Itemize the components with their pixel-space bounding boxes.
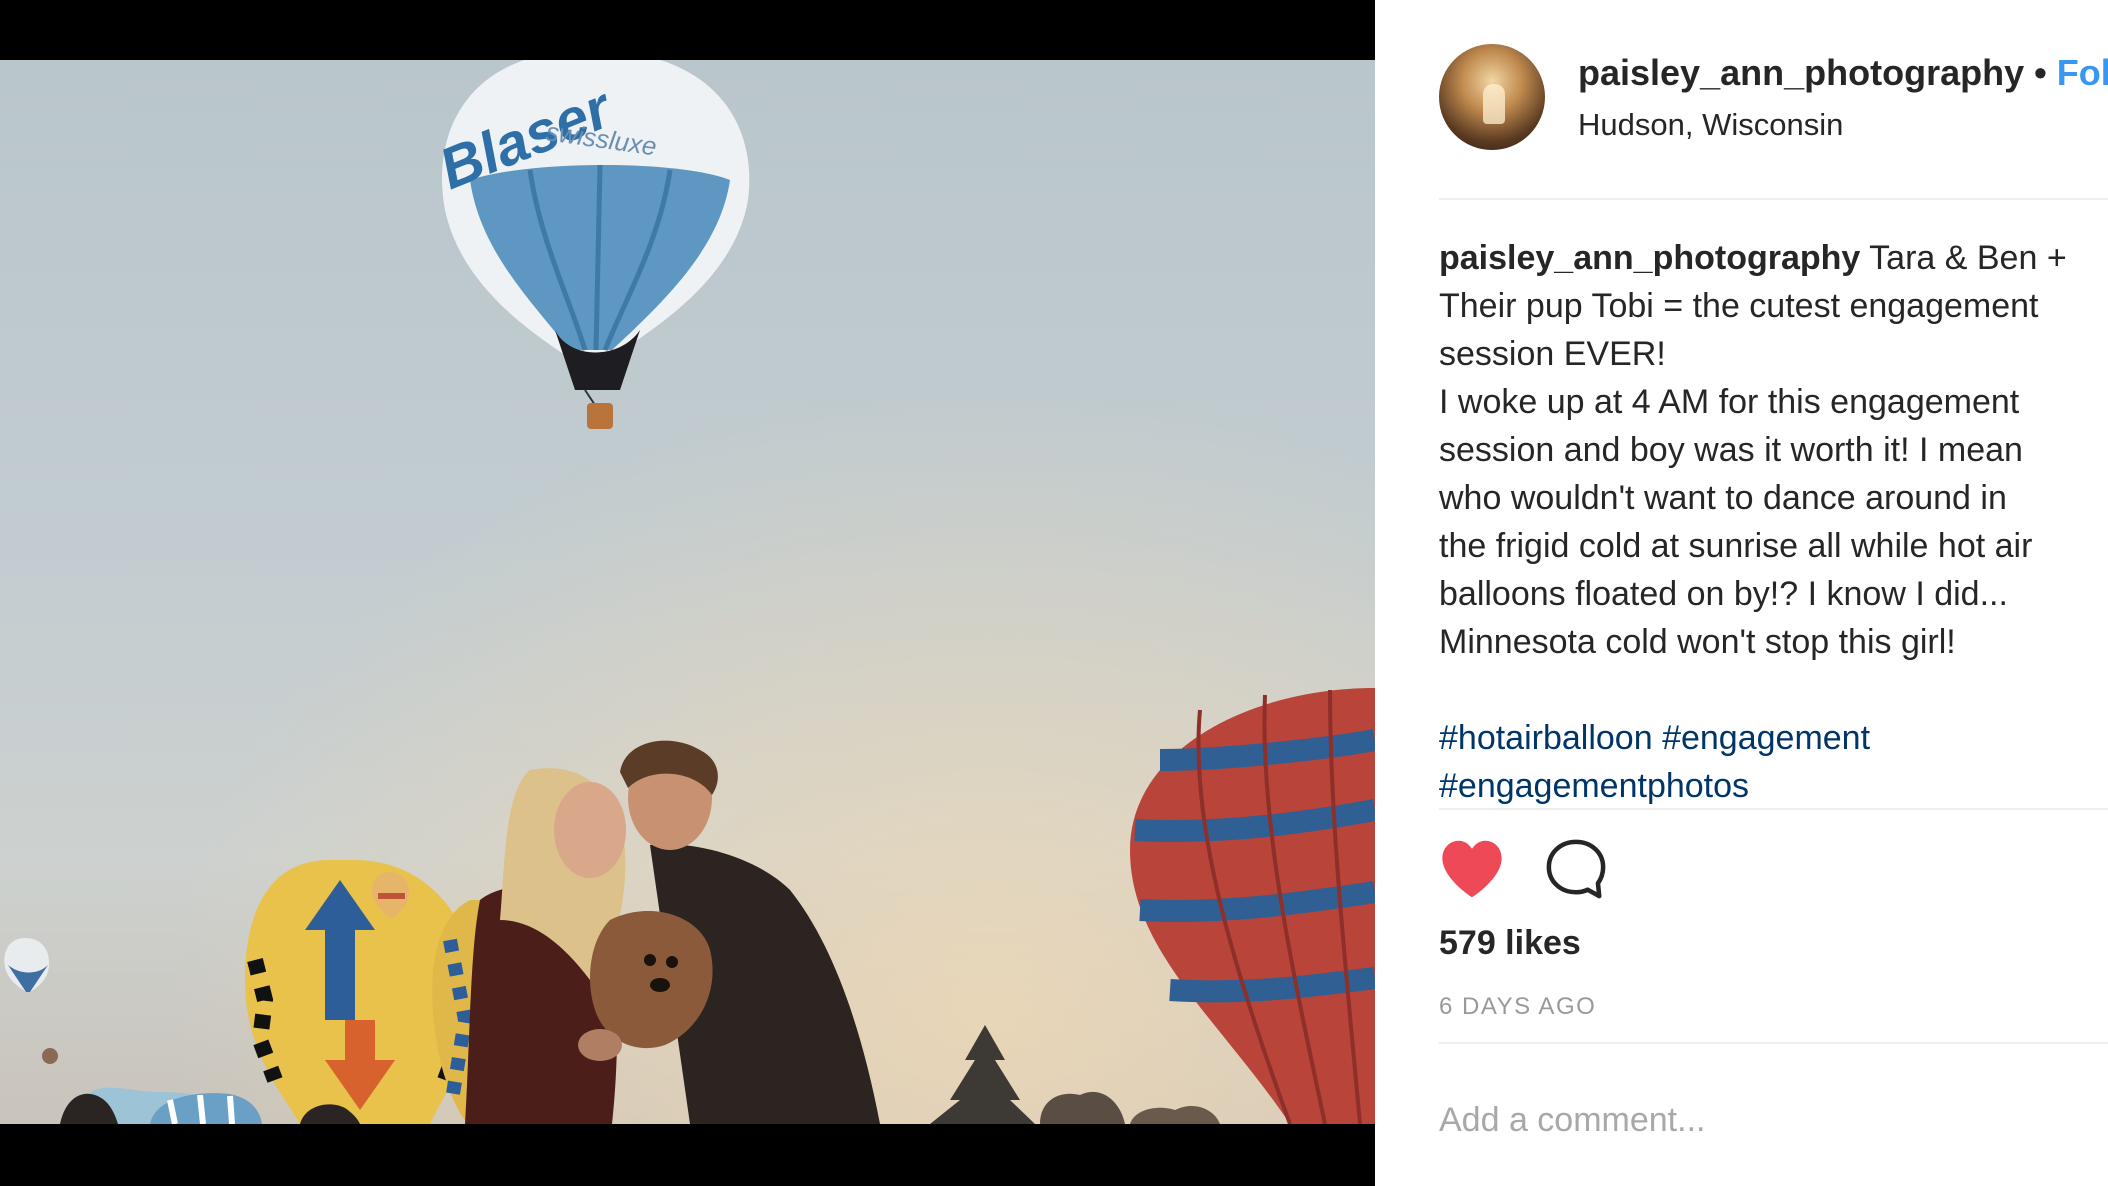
caption-line: session EVER! (1439, 335, 1666, 373)
caption-line: balloons floated on by!? I know I did... (1439, 575, 2008, 613)
post-header: paisley_ann_photography • Fol Hudson, Wi… (1439, 44, 2108, 154)
post-location[interactable]: Hudson, Wisconsin (1578, 107, 1843, 143)
likes-count[interactable]: 579 likes (1439, 924, 1581, 963)
header-divider (1439, 198, 2108, 200)
like-button[interactable] (1439, 838, 1505, 900)
post-timestamp[interactable]: 6 DAYS AGO (1439, 993, 1596, 1021)
avatar-figure (1483, 84, 1505, 124)
hashtag-link[interactable]: #hotairballoon (1439, 719, 1653, 757)
separator-dot: • (2034, 52, 2047, 93)
photo-panel: Blaser swissluxe (0, 0, 1375, 1186)
caption-line: I woke up at 4 AM for this engagement (1439, 383, 2020, 421)
hashtag-link[interactable]: #engagementphotos (1439, 767, 1749, 805)
caption-line: who wouldn't want to dance around in (1439, 479, 2007, 517)
username-row: paisley_ann_photography • Fol (1578, 52, 2108, 94)
caption-username[interactable]: paisley_ann_photography (1439, 239, 1860, 277)
avatar[interactable] (1439, 44, 1545, 150)
comment-button[interactable] (1545, 838, 1607, 900)
comment-bubble-icon (1546, 839, 1606, 899)
caption-line: Minnesota cold won't stop this girl! (1439, 623, 1956, 661)
hashtag-line: #hotairballoon #engagement (1439, 714, 1870, 762)
hashtag-link[interactable]: #engagement (1662, 719, 1870, 757)
post-sidebar: paisley_ann_photography • Fol Hudson, Wi… (1375, 0, 2108, 1186)
post-photo[interactable]: Blaser swissluxe (0, 60, 1375, 1124)
photo-illustration: Blaser swissluxe (0, 60, 1375, 1124)
caption-text: Tara & Ben + (1860, 239, 2067, 277)
post-caption: paisley_ann_photography Tara & Ben + The… (1439, 234, 2108, 666)
heart-filled-icon (1442, 840, 1502, 898)
caption-line: paisley_ann_photography Tara & Ben + (1439, 234, 2108, 282)
post-username[interactable]: paisley_ann_photography (1578, 52, 2024, 93)
hashtags: #hotairballoon #engagement #engagementph… (1439, 714, 1870, 810)
hashtag-line: #engagementphotos (1439, 762, 1870, 810)
caption-line: Their pup Tobi = the cutest engagement (1439, 287, 2039, 325)
comment-divider (1439, 1042, 2108, 1044)
comment-box (1439, 1090, 2108, 1150)
follow-button[interactable]: Fol (2057, 52, 2108, 93)
comment-input[interactable] (1439, 1090, 2108, 1150)
caption-line: session and boy was it worth it! I mean (1439, 431, 2023, 469)
caption-line: the frigid cold at sunrise all while hot… (1439, 527, 2033, 565)
caption-divider (1439, 808, 2108, 810)
